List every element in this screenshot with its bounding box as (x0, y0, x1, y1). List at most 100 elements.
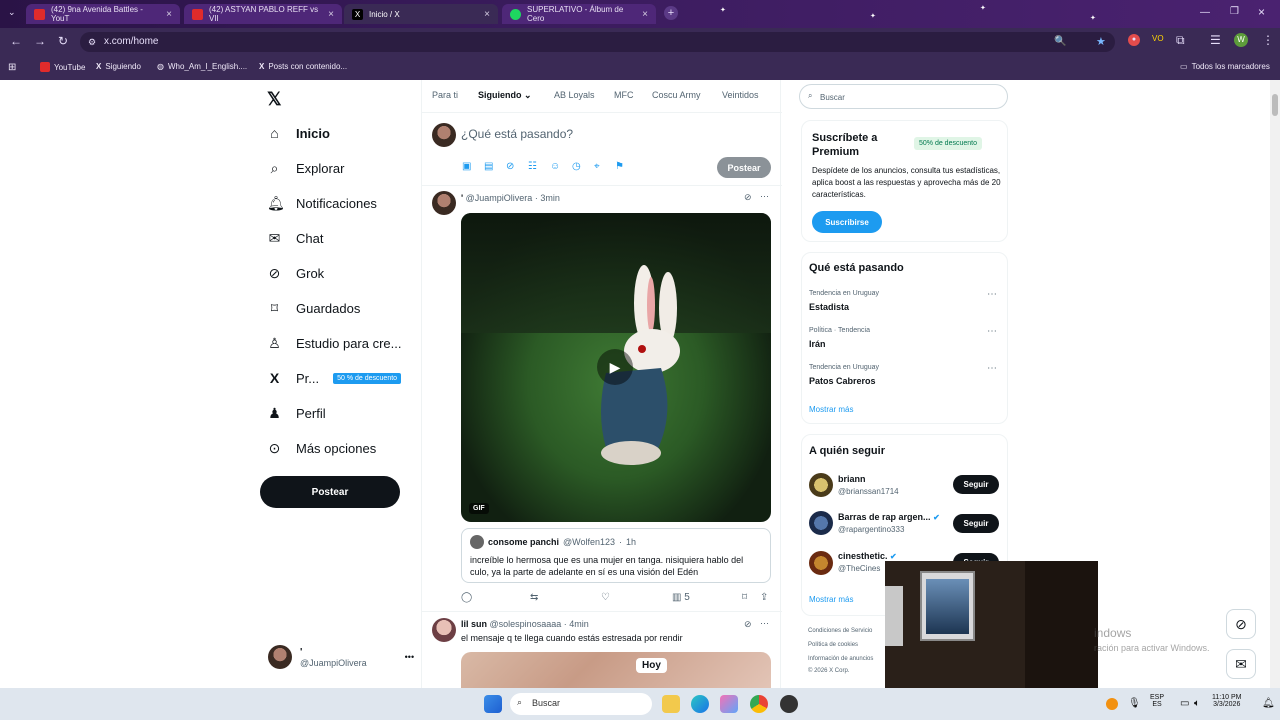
tab-siguiendo[interactable]: Siguiendo ⌄ (478, 90, 532, 101)
forward-icon[interactable]: → (34, 34, 46, 48)
compose-post-button[interactable]: Postear (717, 157, 771, 178)
close-icon[interactable]: × (166, 9, 172, 20)
follow-name[interactable]: briann (838, 474, 866, 484)
close-icon[interactable]: × (642, 9, 648, 20)
show-more-link[interactable]: Mostrar más (809, 595, 853, 604)
avatar[interactable] (809, 551, 833, 575)
trend-name[interactable]: Patos Cabreros (809, 376, 876, 386)
all-bookmarks[interactable]: ▭ Todos los marcadores (1180, 62, 1270, 71)
location-icon[interactable]: ⌖ (594, 161, 600, 172)
browser-tab[interactable]: (42) ASTYAN PABLO REFF vs VII × (184, 4, 342, 24)
notification-bell-icon[interactable]: 🔔︎ (1262, 698, 1275, 709)
taskbar-search[interactable]: ⌕ Buscar (510, 693, 652, 715)
volume-icon[interactable]: 🔈︎ (1194, 698, 1200, 709)
windows-start-icon[interactable] (484, 695, 502, 713)
profile-icon[interactable]: W (1234, 33, 1248, 47)
file-explorer-icon[interactable] (662, 695, 680, 713)
more-icon[interactable]: ⋯ (987, 363, 997, 374)
more-icon[interactable]: ••• (405, 652, 414, 662)
site-info-icon[interactable]: ⚙ (88, 32, 96, 52)
minimize-icon[interactable]: — (1200, 7, 1210, 18)
edge-icon[interactable] (691, 695, 709, 713)
tab-coscu-army[interactable]: Coscu Army (652, 90, 701, 100)
post-button[interactable]: Postear (260, 476, 400, 508)
x-logo-icon[interactable]: 𝕏 (267, 89, 282, 110)
extension-icon[interactable]: ● (1128, 34, 1140, 46)
like-icon[interactable]: ♡ (601, 592, 610, 603)
bookmark-item[interactable]: ◍ Who_Am_I_English.... (157, 62, 247, 71)
bookmark-star-icon[interactable]: ★ (1096, 32, 1106, 52)
tab-ab-loyals[interactable]: AB Loyals (554, 90, 595, 100)
compose-input[interactable]: ¿Qué está pasando? (461, 127, 573, 141)
extensions-puzzle-icon[interactable]: ⧉ (1176, 33, 1185, 48)
page-scrollbar[interactable] (1270, 80, 1280, 688)
menu-icon[interactable]: ⋮ (1262, 33, 1274, 47)
maximize-icon[interactable]: ❐ (1230, 6, 1239, 17)
browser-tab[interactable]: SUPERLATIVO - Álbum de Cero × (502, 4, 656, 24)
microphone-icon[interactable]: 🎙︎ (1128, 698, 1141, 709)
bookmark-item[interactable]: YouTube (40, 62, 85, 72)
more-icon[interactable]: ⋯ (760, 618, 769, 629)
apps-icon[interactable]: ⊞ (8, 62, 16, 73)
bookmark-icon[interactable]: ⌑ (742, 592, 747, 603)
grok-icon[interactable]: ⊘ (744, 192, 752, 203)
tweet-media-gif[interactable]: ▶ GIF (461, 213, 771, 522)
zoom-icon[interactable]: 🔍 (1054, 32, 1066, 52)
views-stat[interactable]: ▥ 5 (672, 592, 690, 603)
play-icon[interactable]: ▶ (597, 349, 633, 385)
tab-para-ti[interactable]: Para ti (432, 90, 458, 100)
tweet-handle[interactable]: @JuampiOlivera (466, 193, 533, 203)
bookmark-item[interactable]: X Siguiendo (96, 62, 141, 71)
tweet-time[interactable]: 4min (569, 619, 589, 629)
sidebar-item-inicio[interactable]: ⌂ Inicio (267, 125, 330, 141)
browser-tab[interactable]: (42) 9na Avenida Battles - YouT × (26, 4, 180, 24)
share-icon[interactable]: ⇪ (760, 592, 768, 603)
language-indicator[interactable]: ESP ES (1150, 694, 1164, 708)
avatar[interactable] (432, 123, 456, 147)
tab-veintidos[interactable]: Veintidos (722, 90, 759, 100)
follow-name[interactable]: Barras de rap argen... ✔ (838, 512, 940, 522)
footer-link[interactable]: Información de anuncios (808, 656, 873, 662)
follow-button[interactable]: Seguir (953, 514, 999, 533)
back-icon[interactable]: ← (10, 34, 22, 48)
avatar[interactable] (809, 473, 833, 497)
grok-icon[interactable]: ⊘ (506, 161, 514, 172)
new-tab-icon[interactable]: + (664, 6, 678, 20)
sidebar-item-notificaciones[interactable]: 🔔︎ Notificaciones (267, 195, 377, 212)
sidebar-item-estudio[interactable]: ♙ Estudio para cre... (267, 335, 401, 352)
url-field[interactable]: ⚙ x.com/home 🔍 ★ (80, 32, 1115, 52)
chrome-icon[interactable] (750, 695, 768, 713)
sidebar-item-perfil[interactable]: ♟ Perfil (267, 405, 325, 422)
image-icon[interactable]: ▣ (462, 161, 471, 172)
sidebar-item-grok[interactable]: ⊘ Grok (267, 265, 325, 282)
tweet-author[interactable]: ' (461, 193, 463, 203)
tray-app-icon[interactable] (1106, 698, 1118, 710)
flag-icon[interactable]: ⚑ (615, 161, 624, 172)
messages-fab[interactable]: ✉ (1226, 649, 1256, 679)
avatar[interactable] (432, 191, 456, 215)
copilot-icon[interactable] (720, 695, 738, 713)
show-more-link[interactable]: Mostrar más (809, 405, 853, 414)
close-icon[interactable]: × (484, 9, 490, 20)
tweet-media-image[interactable]: Hoy (461, 652, 771, 688)
sidebar-item-chat[interactable]: ✉ Chat (267, 230, 324, 247)
network-icon[interactable]: ▭ (1180, 698, 1189, 709)
repost-icon[interactable]: ⇆ (530, 592, 538, 603)
follow-button[interactable]: Seguir (953, 475, 999, 494)
tab-search-icon[interactable]: ⌄ (8, 7, 16, 18)
subscribe-button[interactable]: Suscribirse (812, 211, 882, 233)
footer-link[interactable]: Condiciones de Servicio (808, 628, 872, 634)
gif-icon[interactable]: ▤ (484, 161, 493, 172)
grok-fab[interactable]: ⊘ (1226, 609, 1256, 639)
more-icon[interactable]: ⋯ (760, 191, 769, 202)
extension-icon[interactable]: VO (1152, 34, 1164, 43)
search-input[interactable]: ⌕ Buscar (799, 84, 1008, 109)
sidebar-item-mas-opciones[interactable]: ⊙ Más opciones (267, 440, 377, 457)
tweet-time[interactable]: 3min (540, 193, 560, 203)
avatar[interactable] (809, 511, 833, 535)
browser-tab-active[interactable]: X Inicio / X × (344, 4, 498, 24)
trend-name[interactable]: Estadista (809, 302, 849, 312)
footer-link[interactable]: Política de cookies (808, 642, 858, 648)
more-icon[interactable]: ⋯ (987, 326, 997, 337)
follow-name[interactable]: cinesthetic. ✔ (838, 551, 897, 561)
